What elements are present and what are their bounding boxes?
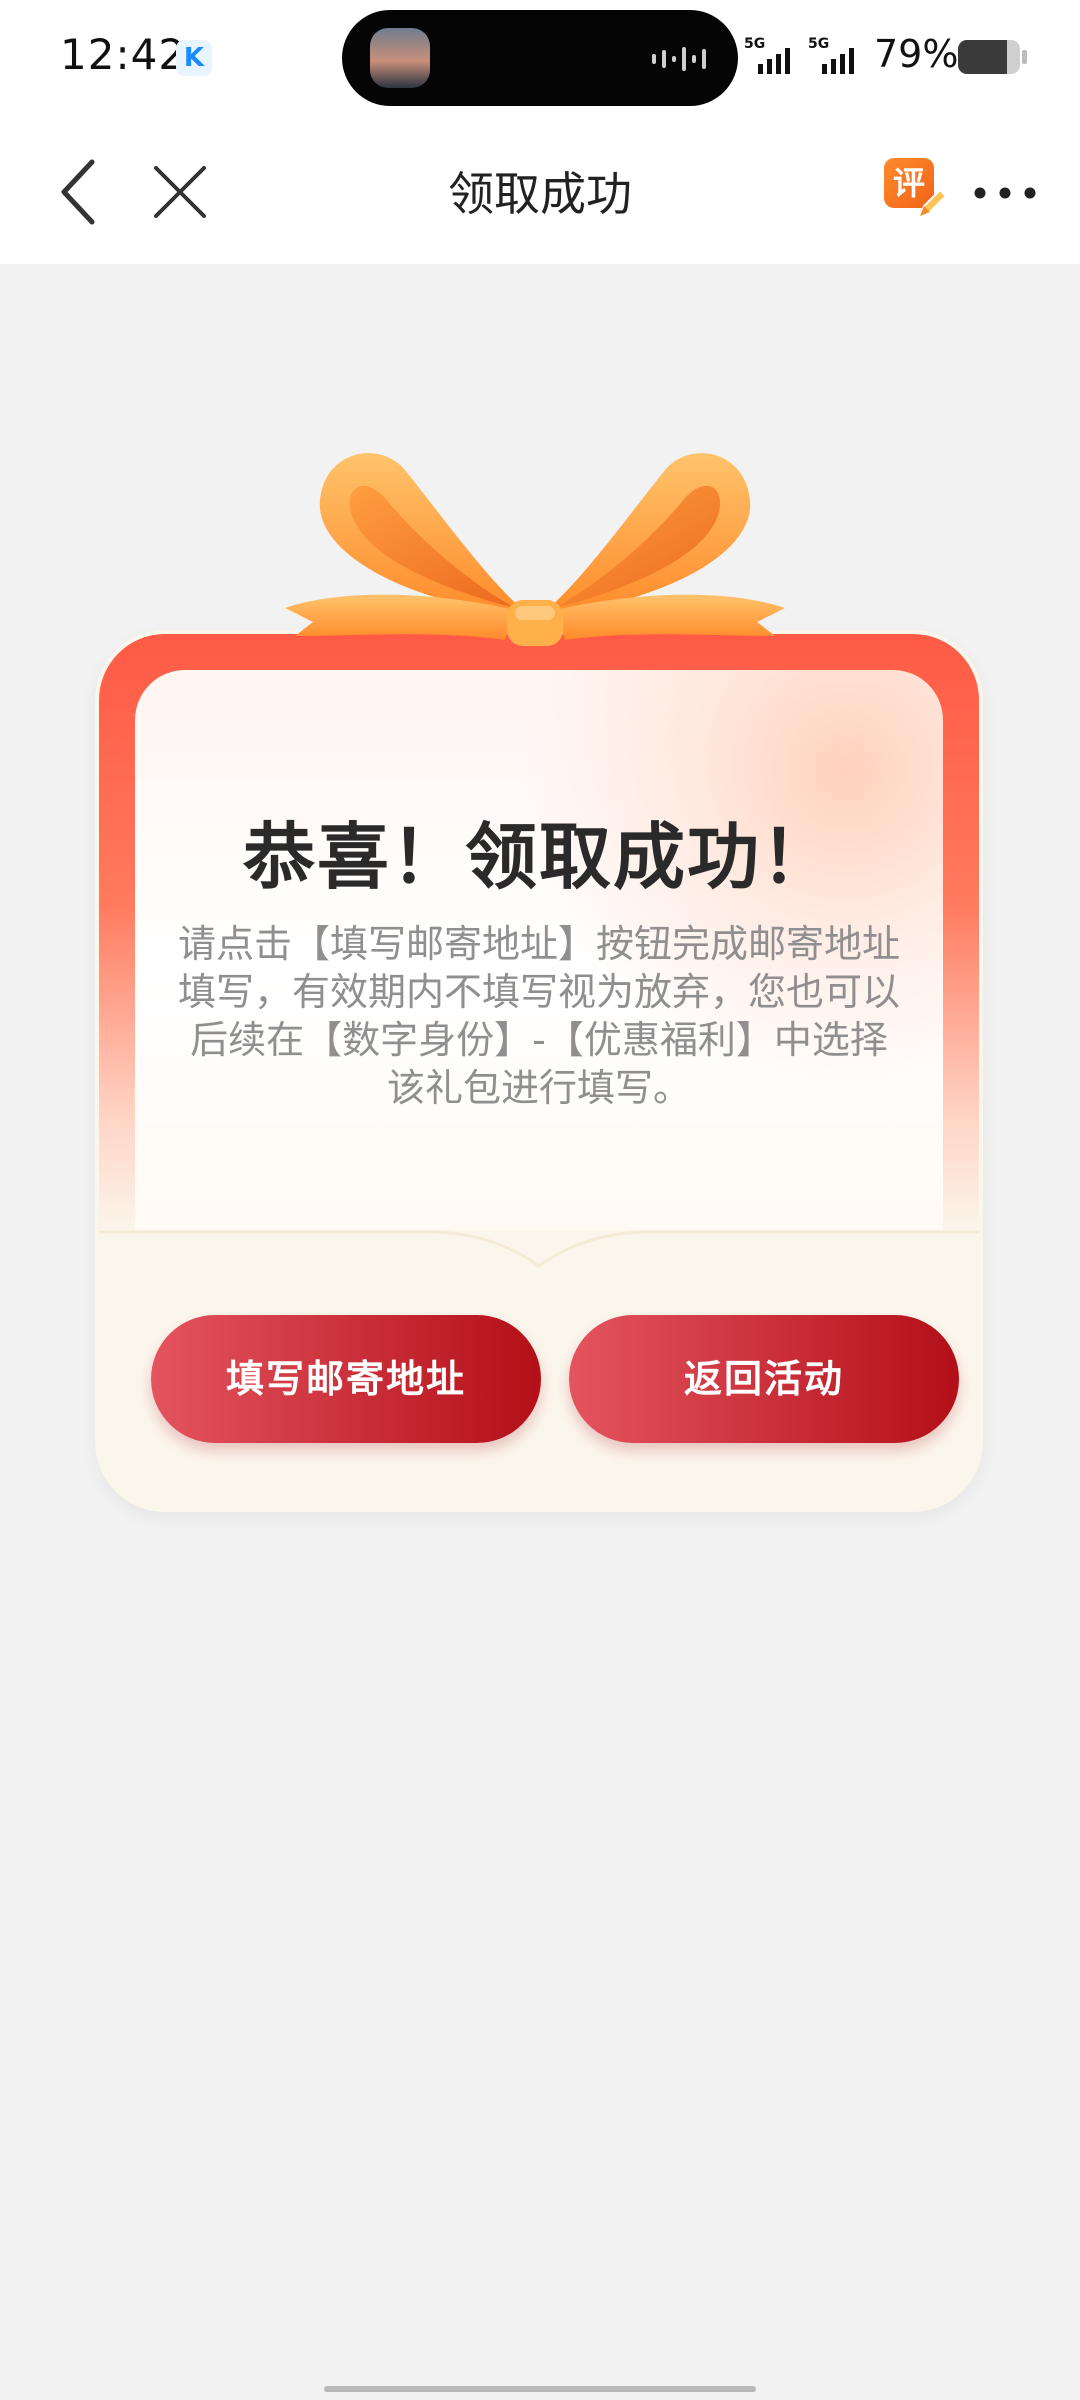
audio-wave-icon	[652, 47, 706, 71]
pencil-icon	[918, 188, 948, 218]
home-indicator[interactable]	[324, 2386, 756, 2392]
chevron-left-icon[interactable]	[50, 154, 110, 230]
network-label-1: 5G	[744, 36, 765, 52]
close-icon[interactable]	[148, 160, 212, 224]
more-horizontal-icon[interactable]	[970, 178, 1040, 208]
battery-percent: 79%	[874, 32, 959, 76]
battery-icon	[958, 40, 1020, 74]
network-label-2: 5G	[808, 36, 829, 52]
fill-address-button[interactable]: 填写邮寄地址	[151, 1315, 541, 1443]
nav-bar: 领取成功 评	[0, 118, 1080, 264]
status-bar: 12:42 K 5G 5G 79%	[0, 0, 1080, 118]
battery-level-fill	[958, 40, 1007, 74]
page-title: 领取成功	[448, 167, 632, 221]
instruction-text: 请点击【填写邮寄地址】按钮完成邮寄地址填写，有效期内不填写视为放弃，您也可以后续…	[177, 922, 900, 1110]
status-time: 12:42	[60, 30, 187, 79]
card-divider-notch	[99, 1230, 979, 1300]
gift-card: 恭喜！领取成功！ 请点击【填写邮寄地址】按钮完成邮寄地址填写，有效期内不填写视为…	[95, 440, 983, 1525]
signal-5g-icon: 5G	[808, 36, 854, 74]
media-thumbnail	[370, 28, 430, 88]
dynamic-island[interactable]	[342, 10, 738, 106]
kuaishou-k-icon: K	[176, 40, 212, 76]
battery-tip	[1022, 50, 1027, 64]
return-activity-button[interactable]: 返回活动	[569, 1315, 959, 1443]
rate-button[interactable]: 评	[884, 158, 948, 222]
signal-5g-icon: 5G	[744, 36, 790, 74]
gift-ribbon-bow	[285, 453, 785, 646]
success-headline: 恭喜！领取成功！	[242, 815, 835, 899]
